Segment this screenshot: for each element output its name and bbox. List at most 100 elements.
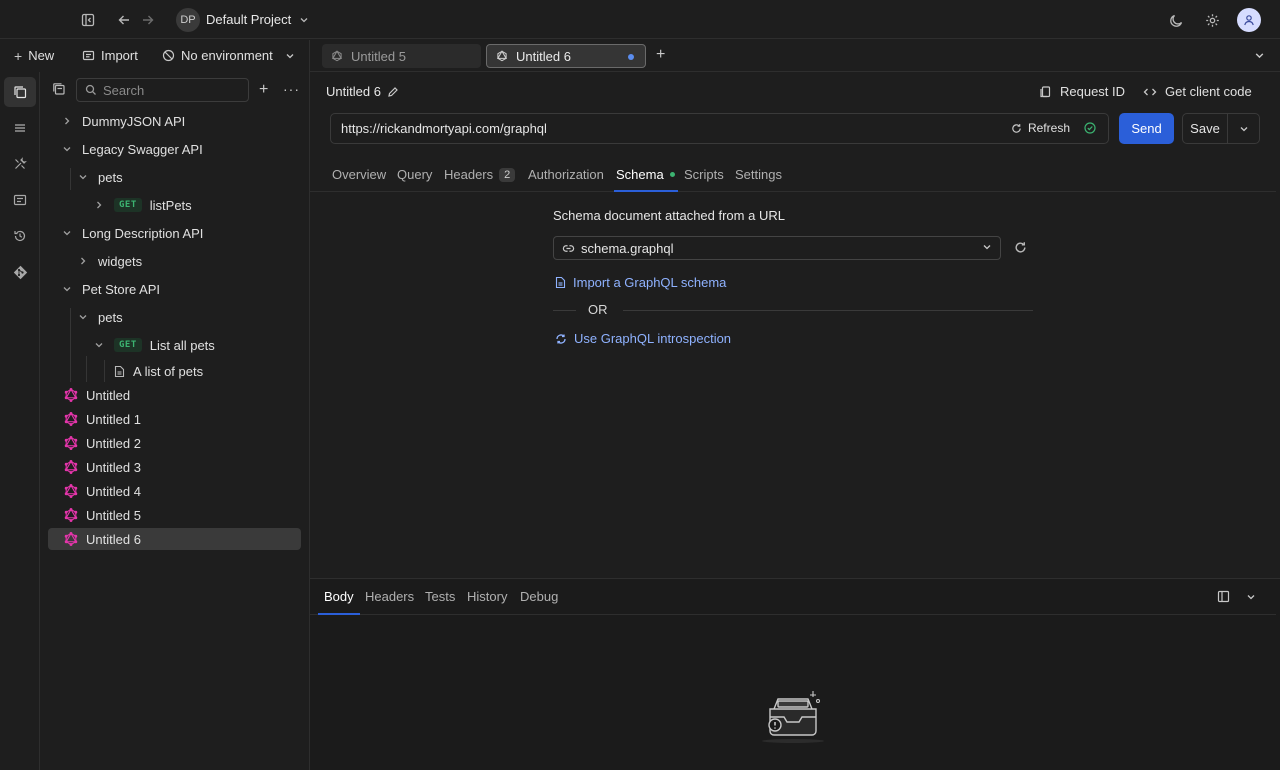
tree-graphql-untitled-6[interactable]: Untitled 6	[48, 528, 301, 550]
history-icon[interactable]	[4, 221, 36, 251]
tree-folder-pet-store[interactable]: Pet Store API	[48, 278, 301, 300]
tab-scripts[interactable]: Scripts	[684, 167, 724, 182]
tree-graphql-untitled-1[interactable]: Untitled 1	[48, 408, 301, 430]
add-tab-icon[interactable]: +	[656, 47, 665, 63]
request-id-button[interactable]: Request ID	[1039, 84, 1125, 99]
environments-icon[interactable]	[4, 185, 36, 215]
tab-overview[interactable]: Overview	[332, 167, 386, 182]
tree-item-label: widgets	[98, 253, 143, 269]
tabs-overflow-chevron-icon[interactable]	[1254, 50, 1265, 61]
git-icon[interactable]	[4, 257, 36, 287]
tab-response-body[interactable]: Body	[324, 589, 354, 604]
tab-query[interactable]: Query	[397, 167, 432, 182]
tree-folder-long-description[interactable]: Long Description API	[48, 222, 301, 244]
tab-schema-label: Schema	[616, 167, 664, 182]
back-arrow-icon[interactable]	[112, 8, 136, 32]
schema-file-select[interactable]: schema.graphql	[553, 236, 1001, 260]
tab-response-debug[interactable]: Debug	[520, 589, 558, 604]
forward-arrow-icon[interactable]	[136, 8, 160, 32]
tree-item-label: List all pets	[149, 337, 215, 353]
tree-folder-pets[interactable]: pets	[48, 306, 301, 328]
chevron-right-icon	[60, 114, 74, 128]
tab-settings[interactable]: Settings	[735, 167, 782, 182]
tree-folder-dummyjson[interactable]: DummyJSON API	[48, 110, 301, 132]
more-options-icon[interactable]: ···	[283, 81, 300, 97]
or-divider: OR	[553, 302, 1033, 318]
tree-item-label: Untitled 3	[86, 459, 141, 475]
tree-item-label: pets	[98, 169, 123, 185]
request-subtabs: Overview Query Headers 2 Authorization S…	[310, 158, 1276, 192]
refresh-label: Refresh	[1027, 121, 1070, 135]
tree-graphql-untitled-3[interactable]: Untitled 3	[48, 456, 301, 478]
gear-icon[interactable]	[1200, 8, 1224, 32]
chevron-down-icon[interactable]	[292, 8, 316, 32]
tree-request-listpets[interactable]: GET listPets	[48, 194, 301, 216]
chevron-down-icon	[982, 242, 992, 252]
tree-request-list-all-pets[interactable]: GET List all pets	[48, 334, 301, 356]
activity-rail	[0, 72, 40, 770]
schema-file-value: schema.graphql	[581, 240, 674, 256]
tree-item-label: Untitled 1	[86, 411, 141, 427]
tree-graphql-untitled-5[interactable]: Untitled 5	[48, 504, 301, 526]
response-pane: Body Headers Tests History Debug	[310, 578, 1280, 770]
copy-icon	[1039, 85, 1052, 98]
tab-schema[interactable]: Schema	[616, 167, 675, 182]
tab-untitled-6[interactable]: Untitled 6	[486, 44, 646, 68]
chevron-down-icon	[92, 338, 106, 352]
tab-response-tests[interactable]: Tests	[425, 589, 455, 604]
import-link-label: Import a GraphQL schema	[573, 275, 727, 290]
tools-icon[interactable]	[4, 149, 36, 179]
tree-graphql-untitled-2[interactable]: Untitled 2	[48, 432, 301, 454]
import-graphql-schema-link[interactable]: Import a GraphQL schema	[555, 275, 726, 290]
collections-view-icon[interactable]	[52, 82, 66, 96]
tab-untitled-5[interactable]: Untitled 5	[322, 44, 481, 68]
tab-response-headers[interactable]: Headers	[365, 589, 414, 604]
pencil-icon[interactable]	[387, 86, 399, 98]
collections-icon[interactable]	[4, 77, 36, 107]
chevron-down-icon	[60, 282, 74, 296]
chevron-right-icon	[92, 198, 106, 212]
tab-authorization[interactable]: Authorization	[528, 167, 604, 182]
request-title[interactable]: Untitled 6	[326, 84, 399, 99]
send-button[interactable]: Send	[1119, 113, 1174, 144]
url-input[interactable]: https://rickandmortyapi.com/graphql Refr…	[330, 113, 1109, 144]
get-client-code-button[interactable]: Get client code	[1143, 84, 1252, 99]
search-input[interactable]: Search	[76, 78, 249, 102]
user-avatar[interactable]	[1237, 8, 1261, 32]
environment-label: No environment	[181, 48, 273, 63]
tab-response-history[interactable]: History	[467, 589, 507, 604]
tree-item-label: Untitled 2	[86, 435, 141, 451]
tree-folder-pets[interactable]: pets	[48, 166, 301, 188]
file-icon	[555, 276, 566, 289]
project-name[interactable]: Default Project	[206, 12, 291, 27]
save-button[interactable]: Save	[1183, 114, 1228, 143]
refresh-schema-button[interactable]: Refresh	[1011, 121, 1096, 135]
import-button[interactable]: Import	[82, 48, 138, 63]
tree-item-label: Untitled 5	[86, 507, 141, 523]
graphql-icon	[64, 412, 78, 426]
moon-icon[interactable]	[1164, 8, 1188, 32]
tree-item-label: Long Description API	[82, 225, 204, 241]
graphql-introspection-link[interactable]: Use GraphQL introspection	[555, 331, 731, 346]
tree-item-label: A list of pets	[133, 363, 204, 379]
add-item-icon[interactable]: +	[259, 82, 268, 98]
tree-graphql-untitled[interactable]: Untitled	[48, 384, 301, 406]
tab-headers[interactable]: Headers 2	[444, 167, 516, 182]
tree-folder-widgets[interactable]: widgets	[48, 250, 301, 272]
save-options-chevron-icon[interactable]	[1228, 124, 1259, 134]
tree-folder-legacy-swagger[interactable]: Legacy Swagger API	[48, 138, 301, 160]
tree-item-label: Untitled	[86, 387, 131, 403]
collapse-response-chevron-icon[interactable]	[1246, 592, 1256, 602]
request-id-label: Request ID	[1060, 84, 1126, 99]
new-button[interactable]: + New	[14, 48, 54, 63]
project-avatar[interactable]: DP	[176, 8, 200, 32]
tree-graphql-untitled-4[interactable]: Untitled 4	[48, 480, 301, 502]
toggle-sidebar-icon[interactable]	[76, 8, 100, 32]
chevron-down-icon	[76, 310, 90, 324]
layout-toggle-icon[interactable]	[1217, 590, 1230, 603]
reload-schema-icon[interactable]	[1014, 241, 1027, 254]
tab-label: Untitled 6	[516, 48, 571, 64]
tree-example-list-of-pets[interactable]: A list of pets	[48, 360, 301, 382]
environment-select[interactable]: No environment	[162, 48, 295, 63]
layers-icon[interactable]	[4, 113, 36, 143]
